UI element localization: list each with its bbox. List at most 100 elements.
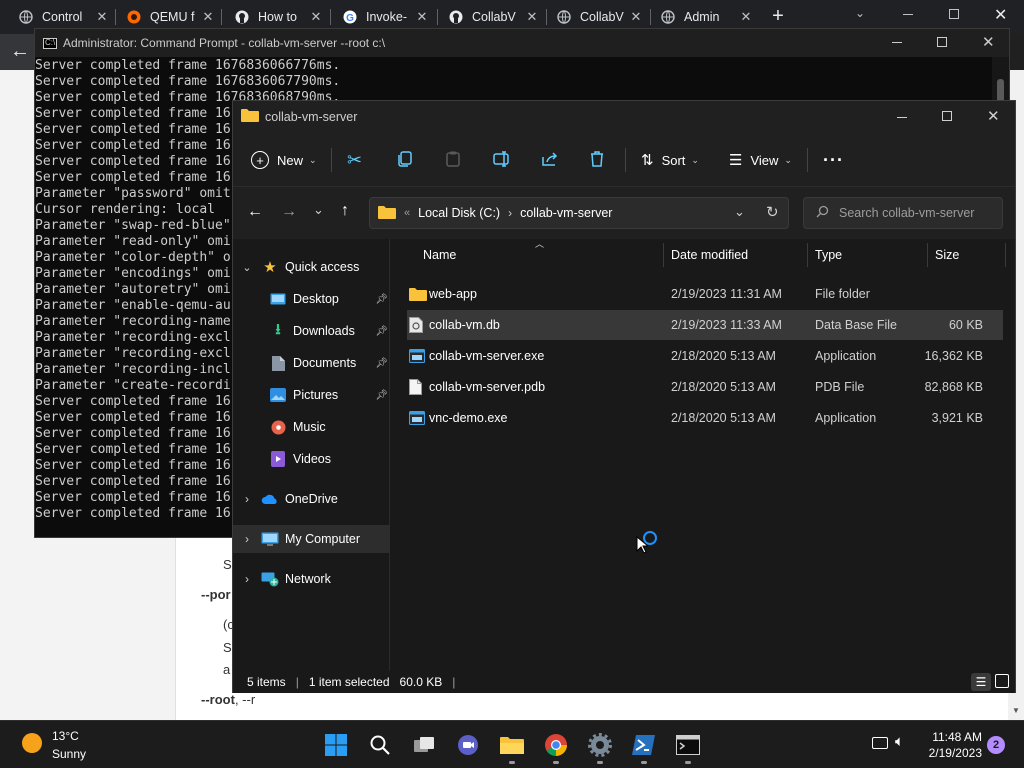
minimize-icon[interactable] — [903, 14, 913, 15]
delete-button[interactable] — [589, 133, 605, 187]
nav-label: My Computer — [285, 532, 361, 546]
view-button[interactable]: ☰ View ⌄ — [729, 133, 792, 187]
details-view-icon[interactable]: ☰ — [971, 673, 991, 691]
close-icon[interactable]: ✕ — [987, 107, 1000, 125]
minimize-icon[interactable] — [897, 117, 907, 118]
rename-button[interactable] — [493, 133, 511, 187]
more-options-button[interactable]: ··· — [823, 133, 844, 187]
column-divider[interactable] — [807, 243, 808, 267]
column-divider[interactable] — [663, 243, 664, 267]
close-icon[interactable]: ✕ — [994, 5, 1007, 25]
powershell-button[interactable] — [628, 729, 660, 761]
notification-badge[interactable]: 2 — [987, 736, 1005, 754]
maximize-icon[interactable] — [937, 37, 947, 47]
back-arrow-icon[interactable]: ← — [247, 203, 263, 221]
start-button[interactable] — [320, 729, 352, 761]
breadcrumb-overflow[interactable]: « — [404, 207, 410, 219]
browser-tab-1[interactable]: Control ✕ — [18, 4, 110, 30]
tiles-view-icon[interactable] — [995, 674, 1009, 688]
browser-tab-6[interactable]: CollabV ✕ — [556, 4, 644, 30]
taskbar-search-button[interactable] — [364, 729, 396, 761]
nav-network[interactable]: › Network — [233, 565, 390, 593]
file-row[interactable]: web-app 2/19/2023 11:31 AM File folder — [407, 279, 1003, 309]
nav-label: Downloads — [293, 324, 355, 338]
browser-tab-4[interactable]: G Invoke- ✕ — [342, 4, 430, 30]
sort-button[interactable]: ⇅ Sort ⌄ — [641, 133, 699, 187]
close-icon[interactable]: ✕ — [94, 9, 110, 25]
close-icon[interactable]: ✕ — [308, 9, 324, 25]
file-row[interactable]: collab-vm-server.exe 2/18/2020 5:13 AM App… — [407, 341, 1003, 371]
column-header-name[interactable]: Name — [423, 239, 456, 271]
close-icon[interactable]: ✕ — [200, 9, 216, 25]
column-header-size[interactable]: Size — [935, 239, 959, 271]
up-arrow-icon[interactable]: ↑ — [341, 202, 349, 220]
browser-tab-5[interactable]: CollabV ✕ — [448, 4, 540, 30]
chevron-down-icon: ⌄ — [784, 154, 792, 165]
minimize-icon[interactable] — [892, 42, 902, 43]
volume-icon[interactable]: 🔈︎ — [895, 733, 904, 750]
nav-quick-access[interactable]: ⌄ ★ Quick access — [233, 253, 390, 281]
search-input[interactable]: Search collab-vm-server — [803, 197, 1003, 229]
restore-icon[interactable] — [949, 9, 959, 19]
close-icon[interactable]: ✕ — [738, 9, 754, 25]
cut-button[interactable]: ✂ — [347, 133, 362, 187]
back-arrow-icon[interactable]: ← — [10, 40, 30, 63]
chrome-button[interactable] — [540, 729, 572, 761]
share-button[interactable] — [541, 133, 559, 187]
close-icon[interactable]: ✕ — [414, 9, 430, 25]
forward-arrow-icon[interactable]: → — [281, 203, 297, 221]
clock-date: 2/19/2023 — [928, 746, 982, 760]
nav-my-computer[interactable]: › My Computer — [233, 525, 390, 553]
new-button[interactable]: + New ⌄ — [251, 133, 317, 187]
maximize-icon[interactable] — [942, 111, 952, 121]
column-header-date[interactable]: Date modified — [671, 239, 748, 271]
paste-button[interactable] — [445, 133, 461, 187]
nav-onedrive[interactable]: › OneDrive — [233, 485, 390, 513]
browser-tab-3[interactable]: How to ✕ — [234, 4, 324, 30]
copy-button[interactable] — [397, 133, 413, 187]
nav-videos[interactable]: Videos — [233, 445, 390, 473]
recent-locations-chevron-icon[interactable]: ⌄ — [313, 202, 324, 218]
nav-music[interactable]: Music — [233, 413, 390, 441]
file-row[interactable]: collab-vm.db 2/19/2023 11:33 AM Data Base … — [407, 310, 1003, 340]
nav-documents[interactable]: Documents 📌︎ — [233, 349, 390, 377]
chevron-down-icon[interactable]: ⌄ — [734, 204, 745, 220]
breadcrumb-drive[interactable]: Local Disk (C:) — [418, 206, 500, 220]
new-tab-button[interactable]: + — [768, 4, 788, 28]
pin-icon[interactable]: 📌︎ — [375, 294, 388, 305]
column-divider[interactable] — [1005, 243, 1006, 267]
close-icon[interactable]: ✕ — [628, 9, 644, 25]
chevron-down-icon[interactable]: ⌄ — [855, 6, 865, 20]
file-row[interactable]: collab-vm-server.pdb 2/18/2020 5:13 AM PDB… — [407, 372, 1003, 402]
network-display-icon[interactable] — [872, 737, 888, 749]
pin-icon[interactable]: 📌︎ — [375, 326, 388, 337]
browser-tab-7[interactable]: Admin ✕ — [660, 4, 754, 30]
nav-desktop[interactable]: Desktop 📌︎ — [233, 285, 390, 313]
close-icon[interactable]: ✕ — [982, 33, 995, 51]
command-prompt-taskbar-button[interactable] — [672, 729, 704, 761]
nav-pictures[interactable]: Pictures 📌︎ — [233, 381, 390, 409]
column-header-type[interactable]: Type — [815, 239, 842, 271]
browser-tab-2[interactable]: QEMU f ✕ — [126, 4, 216, 30]
pin-icon[interactable]: 📌︎ — [375, 358, 388, 369]
command-prompt-titlebar[interactable]: C:\ Administrator: Command Prompt - coll… — [35, 29, 1009, 57]
column-divider[interactable] — [927, 243, 928, 267]
pin-icon[interactable]: 📌︎ — [375, 390, 388, 401]
toolbar-divider — [807, 148, 808, 172]
clock[interactable]: 11:48 AM 2/19/2023 — [918, 729, 982, 761]
file-explorer-taskbar-button[interactable] — [496, 729, 528, 761]
scroll-down-arrow-icon[interactable]: ▼ — [1012, 706, 1020, 715]
teams-chat-button[interactable] — [452, 729, 484, 761]
file-row[interactable]: vnc-demo.exe 2/18/2020 5:13 AM Application… — [407, 403, 1003, 433]
breadcrumb-folder[interactable]: collab-vm-server — [520, 206, 612, 220]
nav-downloads[interactable]: ⭳ Downloads 📌︎ — [233, 317, 390, 345]
task-view-button[interactable] — [408, 729, 440, 761]
close-icon[interactable]: ✕ — [524, 9, 540, 25]
refresh-icon[interactable]: ↻ — [766, 203, 779, 221]
settings-button[interactable] — [584, 729, 616, 761]
explorer-titlebar[interactable]: collab-vm-server ✕ — [233, 101, 1015, 133]
doc-fragment: S — [223, 640, 232, 655]
weather-widget[interactable]: 13°C Sunny — [20, 729, 110, 763]
running-indicator — [509, 761, 515, 764]
address-bar[interactable]: « Local Disk (C:) › collab-vm-server ⌄ ↻ — [369, 197, 789, 229]
